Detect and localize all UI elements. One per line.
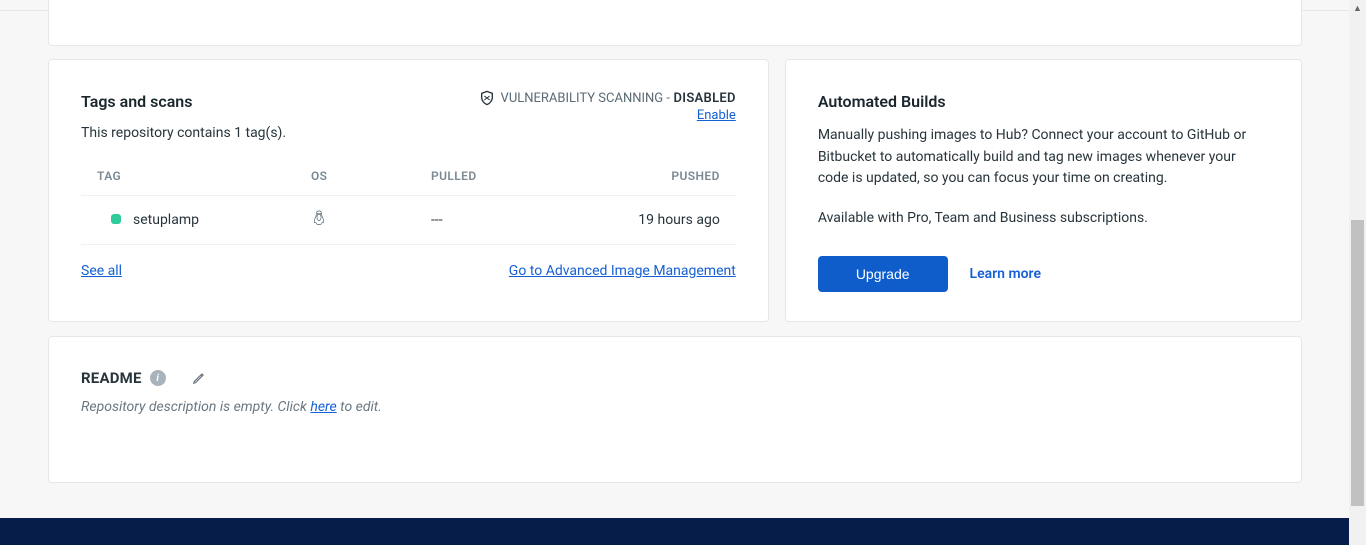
pulled-value: ---	[431, 212, 581, 228]
readme-title: README	[81, 369, 142, 387]
automated-builds-card: Automated Builds Manually pushing images…	[785, 59, 1302, 322]
upgrade-button[interactable]: Upgrade	[818, 256, 948, 292]
footer-bar	[0, 518, 1349, 545]
builds-paragraph-2: Available with Pro, Team and Business su…	[818, 208, 1269, 230]
readme-edit-here-link[interactable]: here	[310, 399, 336, 415]
see-all-link[interactable]: See all	[81, 263, 122, 279]
shield-icon	[479, 90, 495, 106]
col-header-pulled: PULLED	[431, 169, 581, 183]
col-header-pushed: PUSHED	[581, 169, 736, 183]
hero-card	[48, 0, 1302, 46]
enable-vuln-link[interactable]: Enable	[697, 108, 736, 123]
linux-icon	[311, 209, 327, 227]
readme-desc: Repository description is empty. Click h…	[81, 399, 1269, 415]
col-header-os: OS	[311, 169, 431, 183]
scroll-up-icon[interactable]: ▲	[1349, 0, 1366, 17]
builds-title: Automated Builds	[818, 92, 1269, 111]
readme-card: README i Repository description is empty…	[48, 336, 1302, 483]
scrollbar-track[interactable]: ▲	[1349, 0, 1366, 545]
advanced-image-mgmt-link[interactable]: Go to Advanced Image Management	[509, 263, 736, 279]
pushed-value: 19 hours ago	[581, 212, 736, 228]
vuln-status: DISABLED	[670, 91, 736, 106]
learn-more-link[interactable]: Learn more	[970, 266, 1041, 282]
info-icon[interactable]: i	[150, 370, 166, 386]
table-row[interactable]: setuplamp --- 19 hours ago	[81, 195, 736, 245]
tags-subtext: This repository contains 1 tag(s).	[81, 125, 736, 141]
edit-icon[interactable]	[192, 371, 206, 385]
scrollbar-thumb[interactable]	[1351, 220, 1364, 506]
tag-active-dot	[111, 214, 121, 224]
vulnerability-scan-status: VULNERABILITY SCANNING - DISABLED Enable	[479, 90, 736, 123]
tags-table: TAG OS PULLED PUSHED setuplamp	[81, 159, 736, 245]
vuln-label: VULNERABILITY SCANNING -	[501, 91, 670, 106]
col-header-tag: TAG	[81, 169, 311, 183]
builds-paragraph-1: Manually pushing images to Hub? Connect …	[818, 125, 1269, 190]
tag-name: setuplamp	[133, 212, 199, 228]
tags-scans-card: Tags and scans This repository contains …	[48, 59, 769, 322]
